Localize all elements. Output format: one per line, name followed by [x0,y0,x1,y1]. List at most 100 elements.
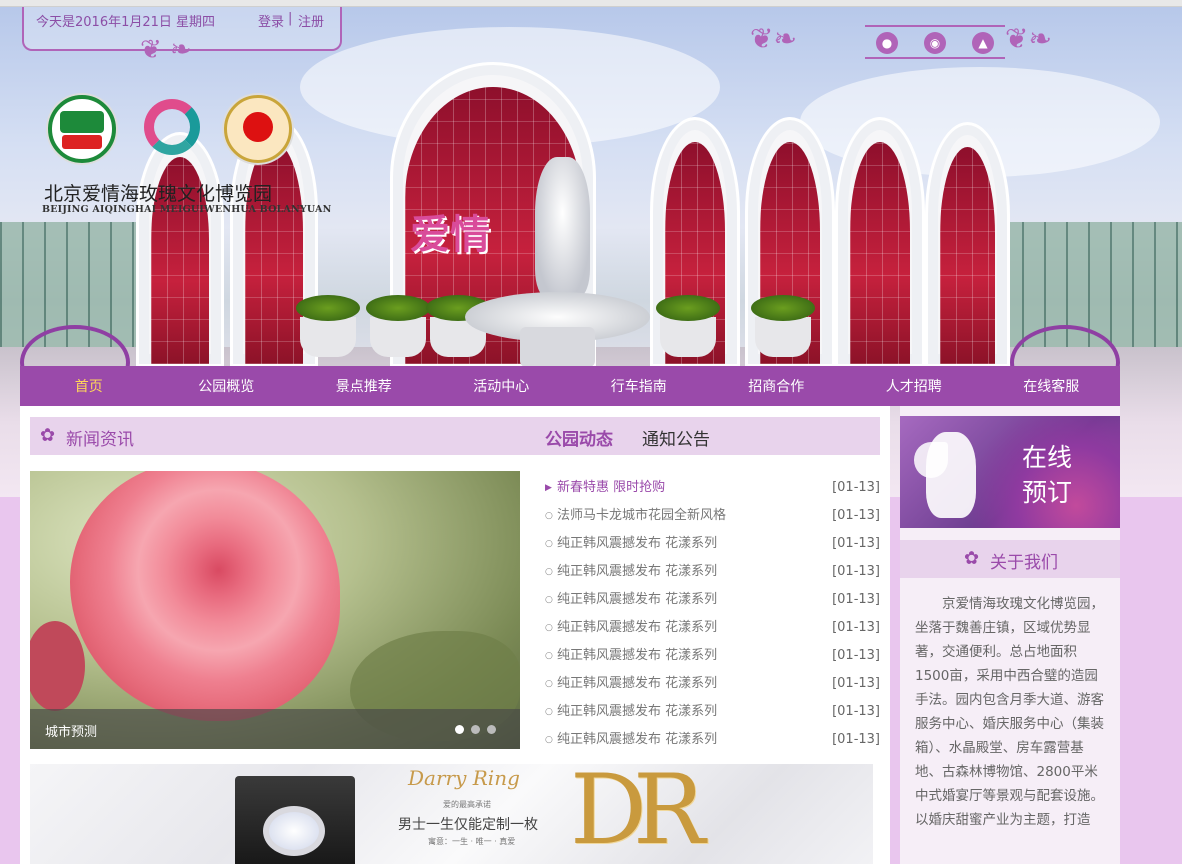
weibo-icon[interactable]: ◉ [924,32,946,54]
news-item-title[interactable]: 法师马卡龙城市花园全新风格 [557,502,726,530]
register-link[interactable]: 注册 [298,11,324,30]
banner-love-text: 爱情 [410,211,490,258]
news-item[interactable]: ○ 纯正韩风震撼发布 花漾系列 [01-13] [545,614,880,642]
flower-icon: ✿ [40,425,56,446]
flower-pot [296,295,360,357]
separator: | [288,11,293,26]
news-item[interactable]: ○ 纯正韩风震撼发布 花漾系列 [01-13] [545,670,880,698]
circle-bullet-icon: ○ [545,623,553,633]
news-item[interactable]: ▶ 新春特惠 限时抢购 [01-13] [545,474,880,502]
news-item-date: [01-13] [832,508,880,523]
news-item[interactable]: ○ 纯正韩风震撼发布 花漾系列 [01-13] [545,530,880,558]
circle-bullet-icon: ○ [545,651,553,661]
wechat-icon[interactable]: ● [876,32,898,54]
news-item[interactable]: ○ 纯正韩风震撼发布 花漾系列 [01-13] [545,698,880,726]
news-item[interactable]: ○ 纯正韩风震撼发布 花漾系列 [01-13] [545,558,880,586]
news-item-date: [01-13] [832,704,880,719]
circle-bullet-icon: ○ [545,511,553,521]
darry-ring-ad[interactable]: Darry Ring 爱的最高承诺 男士一生仅能定制一枚 寓意：一生 · 唯一 … [30,764,873,864]
circle-bullet-icon: ○ [545,595,553,605]
login-link[interactable]: 登录 [258,11,284,30]
browser-top-line [0,0,1182,7]
news-list: ▶ 新春特惠 限时抢购 [01-13] ○ 法师马卡龙城市花园全新风格 [01-13] ○ 纯… [545,474,880,754]
news-item-date: [01-13] [832,676,880,691]
circle-bullet-icon: ○ [545,567,553,577]
brand-name-cn: 北京爱情海玫瑰文化博览园 [44,183,273,205]
nav-online-service[interactable]: 在线客服 [983,376,1121,396]
flourish-ornament: ❦❧ [1005,22,1052,55]
news-slideshow[interactable]: 城市预测 [30,471,520,749]
about-title: 关于我们 [990,553,1058,573]
news-item-date: [01-13] [832,732,880,747]
qq-icon[interactable]: ▲ [972,32,994,54]
slide-dot[interactable] [487,725,496,734]
cupid-icon [926,432,976,518]
about-text: 京爱情海玫瑰文化博览园，坐落于魏善庄镇，区域优势显著，交通便利。总占地面积150… [915,592,1107,832]
about-paragraph: 以婚庆甜蜜产业为主题，打造 [915,812,1091,828]
news-item-title[interactable]: 纯正韩风震撼发布 花漾系列 [557,642,717,670]
news-item-title[interactable]: 纯正韩风震撼发布 花漾系列 [557,726,717,754]
sidebar: 在线预订 ✿ 关于我们 京爱情海玫瑰文化博览园，坐落于魏善庄镇，区域优势显著，交… [900,406,1120,864]
news-item[interactable]: ○ 法师马卡龙城市花园全新风格 [01-13] [545,502,880,530]
news-item[interactable]: ○ 纯正韩风震撼发布 花漾系列 [01-13] [545,726,880,754]
nav-attractions[interactable]: 景点推荐 [295,376,433,396]
nav-recruitment[interactable]: 人才招聘 [845,376,983,396]
slide-rose-image [70,471,340,721]
ad-dr-mark: DR [570,764,705,864]
flourish-ornament: ❦ ❧ [140,35,192,65]
phoenix-logo [138,95,206,163]
arch [835,117,925,367]
about-paragraph: 京爱情海玫瑰文化博览园，坐落于魏善庄镇，区域优势显著，交通便利。总占地面积150… [915,596,1104,804]
flower-pot [366,295,430,357]
main-nav: 首页 公园概览 景点推荐 活动中心 行车指南 招商合作 人才招聘 在线客服 [20,366,1120,406]
circle-bullet-icon: ○ [545,735,553,745]
flower-pot [751,295,815,357]
news-item-title[interactable]: 纯正韩风震撼发布 花漾系列 [557,698,717,726]
flower-pot [656,295,720,357]
news-item-title[interactable]: 纯正韩风震撼发布 花漾系列 [557,530,717,558]
social-bar: ❦❧ ● ◉ ▲ ❦❧ [750,17,1120,63]
ad-slogan-small: 爱的最高承诺 [443,800,491,809]
slide-dot[interactable] [455,725,464,734]
news-item-title[interactable]: 纯正韩风震撼发布 花漾系列 [557,558,717,586]
news-item-date: [01-13] [832,564,880,579]
flourish-ornament: ❦❧ [750,22,797,55]
brand-name-en: BEIJING AIQINGHAI MEIGUIWENHUA BOLANYUAN [42,204,332,215]
news-item-date: [01-13] [832,536,880,551]
ad-brand: Darry Ring [408,766,520,790]
slide-caption-bar: 城市预测 [30,709,520,749]
triangle-bullet-icon: ▶ [545,483,552,493]
slide-caption: 城市预测 [45,725,98,740]
news-header: ✿ 新闻资讯 公园动态 通知公告 [30,417,880,455]
news-item-date: [01-13] [832,480,880,495]
flower-icon: ✿ [964,548,980,569]
nav-directions[interactable]: 行车指南 [570,376,708,396]
news-item-date: [01-13] [832,592,880,607]
nav-activities[interactable]: 活动中心 [433,376,571,396]
news-title: 新闻资讯 [66,430,134,450]
tab-notices[interactable]: 通知公告 [642,425,710,450]
nav-park-overview[interactable]: 公园概览 [158,376,296,396]
current-date: 今天是2016年1月21日 星期四 [36,15,216,30]
tab-park-news[interactable]: 公园动态 [545,425,613,450]
arch [925,122,1010,367]
news-item-title[interactable]: 新春特惠 限时抢购 [557,474,665,502]
nav-investment[interactable]: 招商合作 [708,376,846,396]
news-item[interactable]: ○ 纯正韩风震撼发布 花漾系列 [01-13] [545,586,880,614]
slide-rose-bud [30,621,85,711]
news-item-title[interactable]: 纯正韩风震撼发布 花漾系列 [557,614,717,642]
nav-home[interactable]: 首页 [20,376,158,396]
ad-sub: 寓意：一生 · 唯一 · 真爱 [428,837,516,846]
news-item-date: [01-13] [832,648,880,663]
news-item[interactable]: ○ 纯正韩风震撼发布 花漾系列 [01-13] [545,642,880,670]
ring-box [235,776,355,864]
main-content: ✿ 新闻资讯 公园动态 通知公告 城市预测 ▶ 新春特惠 限时抢购 [01-13] ○… [20,406,890,864]
news-item-date: [01-13] [832,620,880,635]
rose-society-logo [224,95,292,163]
news-item-title[interactable]: 纯正韩风震撼发布 花漾系列 [557,586,717,614]
slide-dot[interactable] [471,725,480,734]
fountain-base [520,327,595,367]
news-item-title[interactable]: 纯正韩风震撼发布 花漾系列 [557,670,717,698]
online-booking-banner[interactable]: 在线预订 [900,416,1120,528]
circle-bullet-icon: ○ [545,679,553,689]
